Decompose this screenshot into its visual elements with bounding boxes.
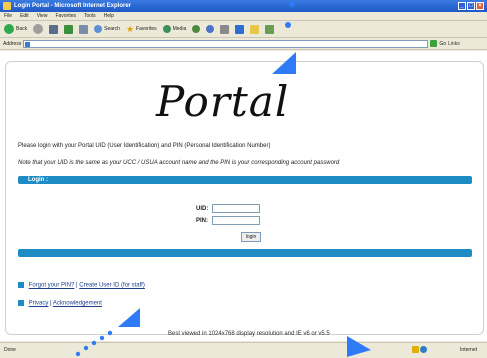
annotation-arrow <box>347 336 371 357</box>
annotation-arrow <box>272 52 296 74</box>
annotation-arrow <box>118 308 140 327</box>
annotation-dotted-line <box>75 330 113 357</box>
annotation-arrows <box>75 52 371 357</box>
